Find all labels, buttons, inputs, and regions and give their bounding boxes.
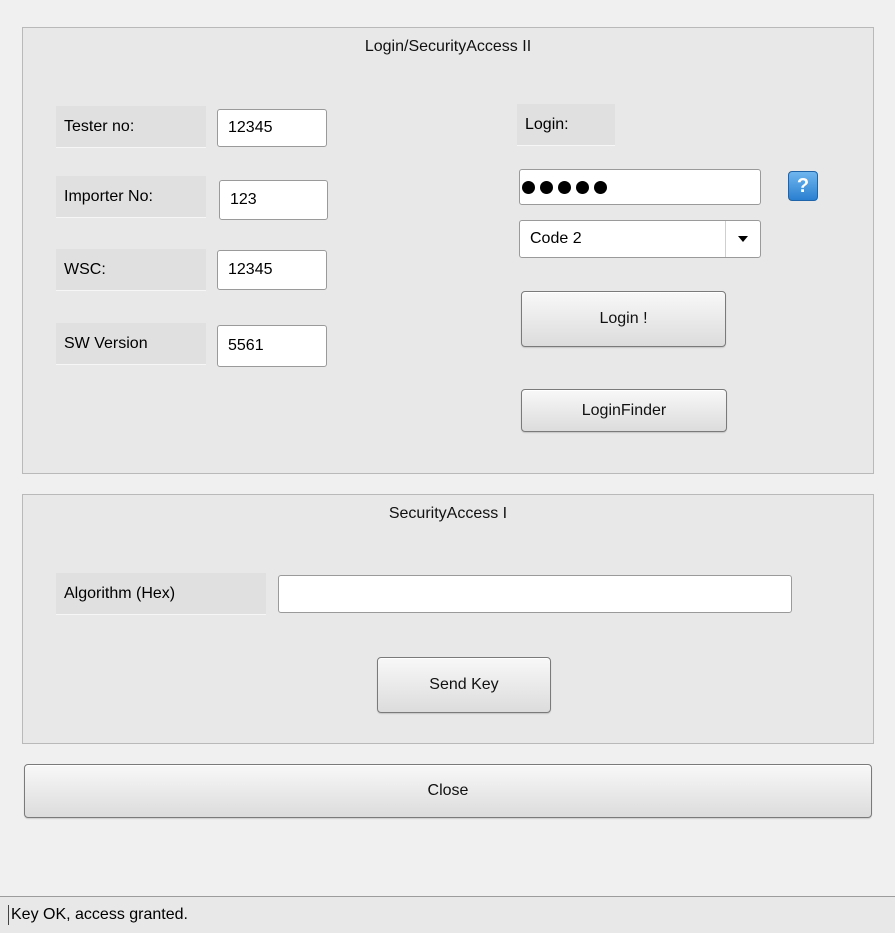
algorithm-label: Algorithm (Hex) xyxy=(56,573,266,615)
login-panel-title: Login/SecurityAccess II xyxy=(364,38,532,55)
password-mask xyxy=(520,180,607,194)
code-select[interactable]: Code 2 xyxy=(519,220,761,258)
login-security-access-panel: Login/SecurityAccess II Tester no: 12345… xyxy=(22,27,874,474)
wsc-field[interactable]: 12345 xyxy=(217,250,327,290)
status-bar: Key OK, access granted. xyxy=(0,896,895,933)
chevron-down-icon xyxy=(738,236,748,242)
help-question-icon[interactable]: ? xyxy=(788,171,818,201)
send-key-button[interactable]: Send Key xyxy=(377,657,551,713)
importer-no-field[interactable]: 123 xyxy=(219,180,328,220)
status-caret xyxy=(8,905,9,925)
login-button[interactable]: Login ! xyxy=(521,291,726,347)
sw-version-field[interactable]: 5561 xyxy=(217,325,327,367)
status-text: Key OK, access granted. xyxy=(11,906,188,923)
loginfinder-button[interactable]: LoginFinder xyxy=(521,389,727,432)
login-label: Login: xyxy=(517,104,615,146)
tester-no-field[interactable]: 12345 xyxy=(217,109,327,147)
close-button[interactable]: Close xyxy=(24,764,872,818)
security-access-panel: SecurityAccess I Algorithm (Hex) Send Ke… xyxy=(22,494,874,744)
security-panel-title: SecurityAccess I xyxy=(388,505,508,522)
algorithm-field[interactable] xyxy=(278,575,792,613)
dropdown-button[interactable] xyxy=(725,221,760,257)
password-field[interactable] xyxy=(519,169,761,205)
tester-no-label: Tester no: xyxy=(56,106,206,148)
importer-no-label: Importer No: xyxy=(56,176,206,218)
code-select-value: Code 2 xyxy=(530,230,582,247)
wsc-label: WSC: xyxy=(56,249,206,291)
sw-version-label: SW Version xyxy=(56,323,206,365)
